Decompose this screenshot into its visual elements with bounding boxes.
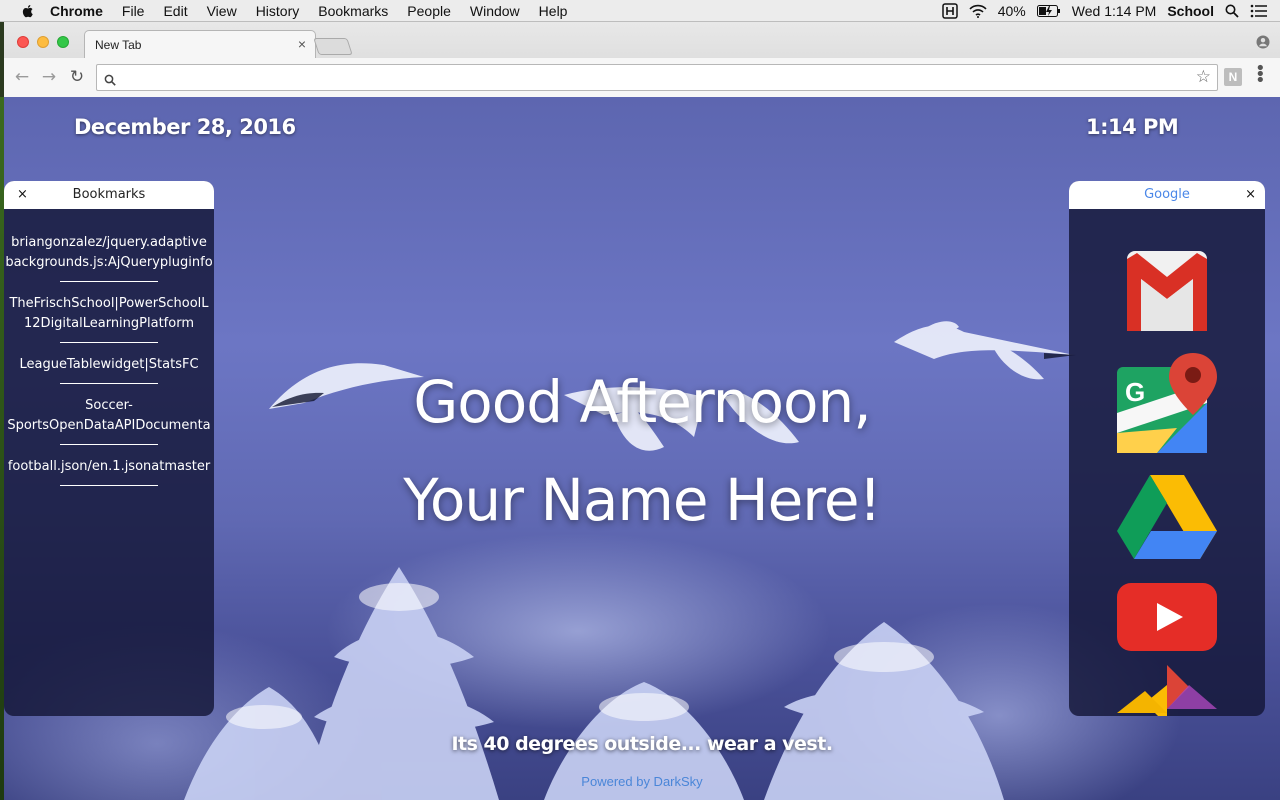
greeting-line-1: Good Afternoon, [413, 368, 871, 436]
window-close-button[interactable] [17, 36, 29, 48]
page-time: 1:14 PM [1086, 115, 1179, 139]
browser-menu-icon[interactable]: • • • [1255, 60, 1266, 90]
spotlight-search-icon[interactable] [1225, 4, 1239, 18]
search-icon [104, 71, 116, 90]
greeting-text: Good Afternoon, Your Name Here! [4, 353, 1280, 549]
page-date: December 28, 2016 [74, 115, 296, 139]
youtube-icon[interactable] [1117, 583, 1217, 653]
menubar-clock[interactable]: Wed 1:14 PM [1072, 3, 1157, 19]
browser-window-chrome: New Tab × ← → ↻ ☆ N • • • [4, 22, 1280, 97]
profile-icon[interactable] [1256, 34, 1270, 49]
bookmark-star-icon[interactable]: ☆ [1196, 67, 1211, 87]
new-tab-button[interactable] [313, 38, 353, 55]
address-input[interactable] [123, 68, 1183, 88]
bookmark-link-adaptive-backgrounds[interactable]: briangonzalez/jquery.adaptive background… [4, 233, 214, 273]
menu-file[interactable]: File [122, 3, 145, 19]
bookmarks-panel-title: Bookmarks [4, 181, 214, 209]
menu-bookmarks[interactable]: Bookmarks [318, 3, 388, 19]
menu-help[interactable]: Help [539, 3, 568, 19]
bookmark-text: briangonzalez/jquery.adaptive [11, 235, 207, 250]
menu-people[interactable]: People [407, 3, 451, 19]
address-bar[interactable]: ☆ [96, 64, 1218, 91]
bookmark-divider [60, 342, 158, 343]
menu-view[interactable]: View [207, 3, 237, 19]
hotkey-app-icon[interactable] [941, 3, 958, 19]
menu-app-name[interactable]: Chrome [50, 3, 103, 19]
menu-window[interactable]: Window [470, 3, 520, 19]
wifi-icon[interactable] [969, 4, 987, 18]
tab-new-tab[interactable]: New Tab × [84, 30, 316, 58]
menu-bar: Chrome File Edit View History Bookmarks … [0, 0, 1280, 22]
window-minimize-button[interactable] [37, 36, 49, 48]
tab-title: New Tab [95, 38, 142, 52]
battery-charging-icon[interactable] [1036, 5, 1061, 17]
bookmark-divider [60, 281, 158, 282]
window-controls [17, 36, 69, 48]
notification-center-icon[interactable] [1250, 4, 1268, 18]
battery-percent[interactable]: 40% [998, 3, 1026, 19]
menu-edit[interactable]: Edit [163, 3, 187, 19]
bookmark-text: TheFrischSchool|PowerSchoolL [9, 296, 209, 311]
greeting-line-2: Your Name Here! [403, 466, 882, 534]
browser-toolbar: ← → ↻ ☆ N • • • [4, 58, 1280, 97]
bookmark-text: 12DigitalLearningPlatform [24, 316, 194, 331]
bookmark-text: backgrounds.js:AjQuerypluginfo [5, 255, 213, 270]
window-maximize-button[interactable] [57, 36, 69, 48]
powered-by-darksky-link[interactable]: Powered by DarkSky [4, 774, 1280, 789]
tab-close-button[interactable]: × [298, 36, 306, 52]
google-apps-panel-title: Google [1069, 181, 1265, 209]
forward-arrow-icon[interactable]: → [40, 68, 58, 86]
menu-history[interactable]: History [256, 3, 300, 19]
reload-icon[interactable]: ↻ [68, 68, 86, 86]
bookmark-link-powerschool[interactable]: TheFrischSchool|PowerSchoolL 12DigitalLe… [4, 294, 214, 334]
google-apps-panel-close-button[interactable]: × [1245, 181, 1256, 209]
back-arrow-icon[interactable]: ← [13, 68, 31, 86]
menubar-user[interactable]: School [1167, 3, 1214, 19]
extension-n-icon[interactable]: N [1224, 68, 1242, 86]
gmail-icon[interactable] [1117, 251, 1217, 331]
weather-message: Its 40 degrees outside... wear a vest. [451, 733, 833, 755]
apple-icon[interactable] [20, 3, 36, 19]
google-photos-icon[interactable] [1117, 665, 1217, 716]
bookmarks-panel-close-button[interactable]: × [17, 181, 28, 209]
new-tab-page: December 28, 2016 1:14 PM Bookmarks × br… [4, 97, 1280, 800]
